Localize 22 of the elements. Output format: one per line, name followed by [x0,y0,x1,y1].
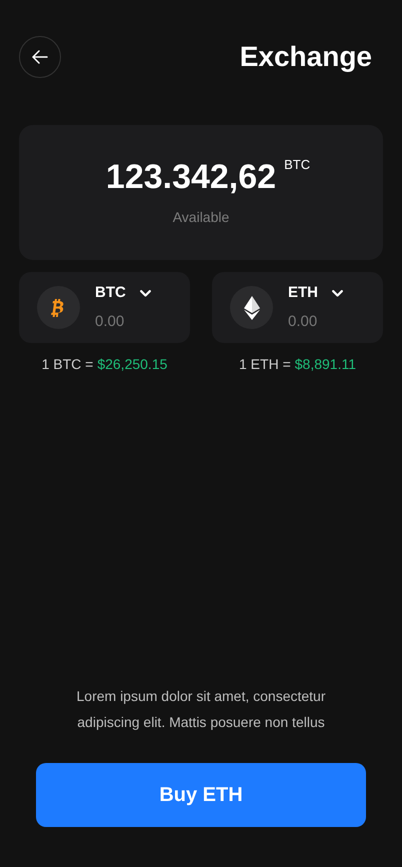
coin-selector[interactable]: BTC 0.00 [19,272,190,343]
buy-button[interactable]: Buy ETH [36,763,366,827]
back-arrow-icon [32,50,48,64]
rate-value: $26,250.15 [97,355,168,374]
chevron-down-icon [332,290,343,297]
balance-unit: BTC [284,156,310,174]
bitcoin-icon [50,296,66,318]
info-text: Lorem ipsum dolor sit amet, consectetur adipiscing elit. Mattis posuere non tellus [76,687,326,732]
rate-label: 1 ETH = [239,355,291,374]
coin-selector[interactable]: ETH 0.00 [212,272,383,343]
coin-amount: 0.00 [95,312,126,332]
balance-amount: 123.342,62 [106,157,276,197]
coin-symbol: BTC [95,283,126,303]
rate-value: $8,891.11 [294,355,356,374]
back-button[interactable] [19,36,61,78]
ethereum-icon [244,296,260,320]
coin-amount: 0.00 [288,312,318,332]
rate-label: 1 BTC = [42,355,94,374]
chevron-down-icon [140,290,151,297]
coin-symbol: ETH [288,283,318,303]
balance-label: Available [172,208,230,227]
page-title: Exchange [240,40,372,74]
